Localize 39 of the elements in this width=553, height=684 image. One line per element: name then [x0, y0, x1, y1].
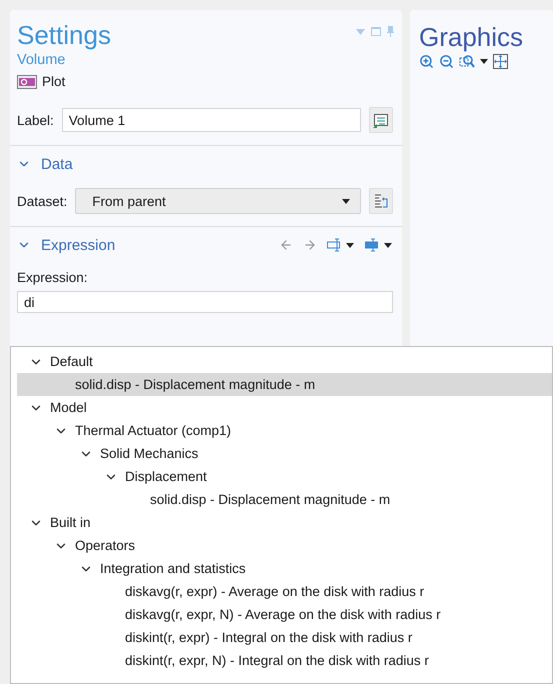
- caret-icon[interactable]: [480, 59, 488, 64]
- dataset-select[interactable]: From parent: [75, 188, 361, 214]
- dataset-tool-button[interactable]: [369, 188, 393, 214]
- tree-item[interactable]: Solid Mechanics: [17, 442, 552, 465]
- tree-item[interactable]: diskint(r, expr, N) - Integral on the disk with radius r: [17, 649, 552, 672]
- label-field[interactable]: Volume 1: [62, 108, 361, 132]
- panel-title: Settings: [17, 20, 111, 50]
- text-icon-button[interactable]: [369, 107, 393, 133]
- tree-item[interactable]: Built in: [17, 511, 552, 534]
- tree-item[interactable]: Default: [17, 350, 552, 373]
- tree-item[interactable]: Displacement: [17, 465, 552, 488]
- zoom-in-icon[interactable]: [419, 54, 434, 69]
- zoom-out-icon[interactable]: [439, 54, 454, 69]
- node-subtitle: Volume: [17, 52, 66, 68]
- node-type: Plot: [42, 74, 66, 89]
- tree-item[interactable]: Thermal Actuator (comp1): [17, 419, 552, 442]
- tree-item[interactable]: diskint(r, expr) - Integral on the disk with radius r: [17, 626, 552, 649]
- zoom-extents-icon[interactable]: [493, 54, 508, 69]
- plot-icon: [17, 74, 37, 88]
- field-label: Expression:: [17, 270, 88, 284]
- replace-expression-icon[interactable]: [365, 238, 393, 252]
- insert-expression-icon[interactable]: [327, 238, 355, 252]
- section-header[interactable]: Expression: [10, 227, 402, 263]
- panel-title: Graphics: [419, 22, 524, 52]
- list-arrow-icon: [374, 193, 388, 209]
- expression-field[interactable]: di: [17, 291, 393, 313]
- tree-item[interactable]: diskavg(r, expr, N) - Average on the disk with radius r: [17, 603, 552, 626]
- zoom-box-icon[interactable]: [459, 54, 475, 69]
- tree-item[interactable]: solid.disp - Displacement magnitude - m: [17, 488, 552, 511]
- tree-item[interactable]: solid.disp - Displacement magnitude - m: [17, 373, 552, 396]
- field-label: Label:: [17, 112, 54, 128]
- tree-item[interactable]: Model: [17, 396, 552, 419]
- tree-item[interactable]: diskavg(r, expr) - Average on the disk with radius r: [17, 580, 552, 603]
- tree-item[interactable]: Integration and statistics: [17, 557, 552, 580]
- text-lines-icon: [373, 112, 389, 128]
- section-header[interactable]: Data: [10, 146, 402, 182]
- field-label: Dataset:: [17, 194, 68, 208]
- tree-item[interactable]: Operators: [17, 534, 552, 557]
- caret-icon[interactable]: [342, 198, 350, 204]
